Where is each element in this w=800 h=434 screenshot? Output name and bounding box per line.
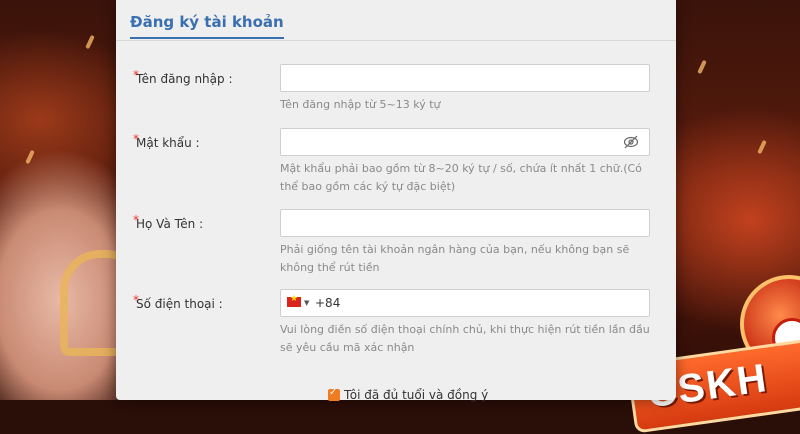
vietnam-flag-icon[interactable] xyxy=(287,294,301,307)
panel-header: Đăng ký tài khoản xyxy=(116,0,676,41)
password-hint: Mật khẩu phải bao gồm từ 8~20 ký tự / số… xyxy=(280,162,642,193)
spark-decoration xyxy=(757,139,767,155)
fullname-label-text: Họ Và Tên : xyxy=(136,217,204,231)
phone-label: * Số điện thoại : xyxy=(133,293,223,311)
agree-checkbox[interactable] xyxy=(328,387,340,401)
phone-input[interactable]: ▼ +84 xyxy=(280,289,650,317)
username-input[interactable] xyxy=(280,64,650,92)
spark-decoration xyxy=(85,34,95,50)
username-label: * Tên đăng nhập : xyxy=(133,68,233,86)
page-title: Đăng ký tài khoản xyxy=(130,13,284,39)
spark-decoration xyxy=(697,59,707,75)
fullname-input[interactable] xyxy=(280,209,650,237)
password-label: * Mật khẩu : xyxy=(133,132,200,150)
register-panel: Đăng ký tài khoản * Tên đăng nhập : Tên … xyxy=(116,0,676,402)
caret-down-icon[interactable]: ▼ xyxy=(304,299,309,307)
password-label-text: Mật khẩu : xyxy=(136,136,200,150)
fullname-hint: Phải giống tên tài khoản ngân hàng của b… xyxy=(280,243,630,274)
username-label-text: Tên đăng nhập : xyxy=(136,72,233,86)
required-marker: * xyxy=(133,132,139,146)
required-marker: * xyxy=(133,68,139,82)
country-code: +84 xyxy=(315,296,341,310)
required-marker: * xyxy=(133,293,139,307)
eye-off-icon[interactable] xyxy=(623,135,639,149)
password-input[interactable] xyxy=(280,128,650,156)
fullname-label: * Họ Và Tên : xyxy=(133,213,204,231)
spark-decoration xyxy=(25,149,35,165)
username-hint: Tên đăng nhập từ 5~13 ký tự xyxy=(280,98,441,111)
phone-hint: Vui lòng điền số điện thoại chính chủ, k… xyxy=(280,323,650,354)
required-marker: * xyxy=(133,213,139,227)
phone-label-text: Số điện thoại : xyxy=(136,297,223,311)
